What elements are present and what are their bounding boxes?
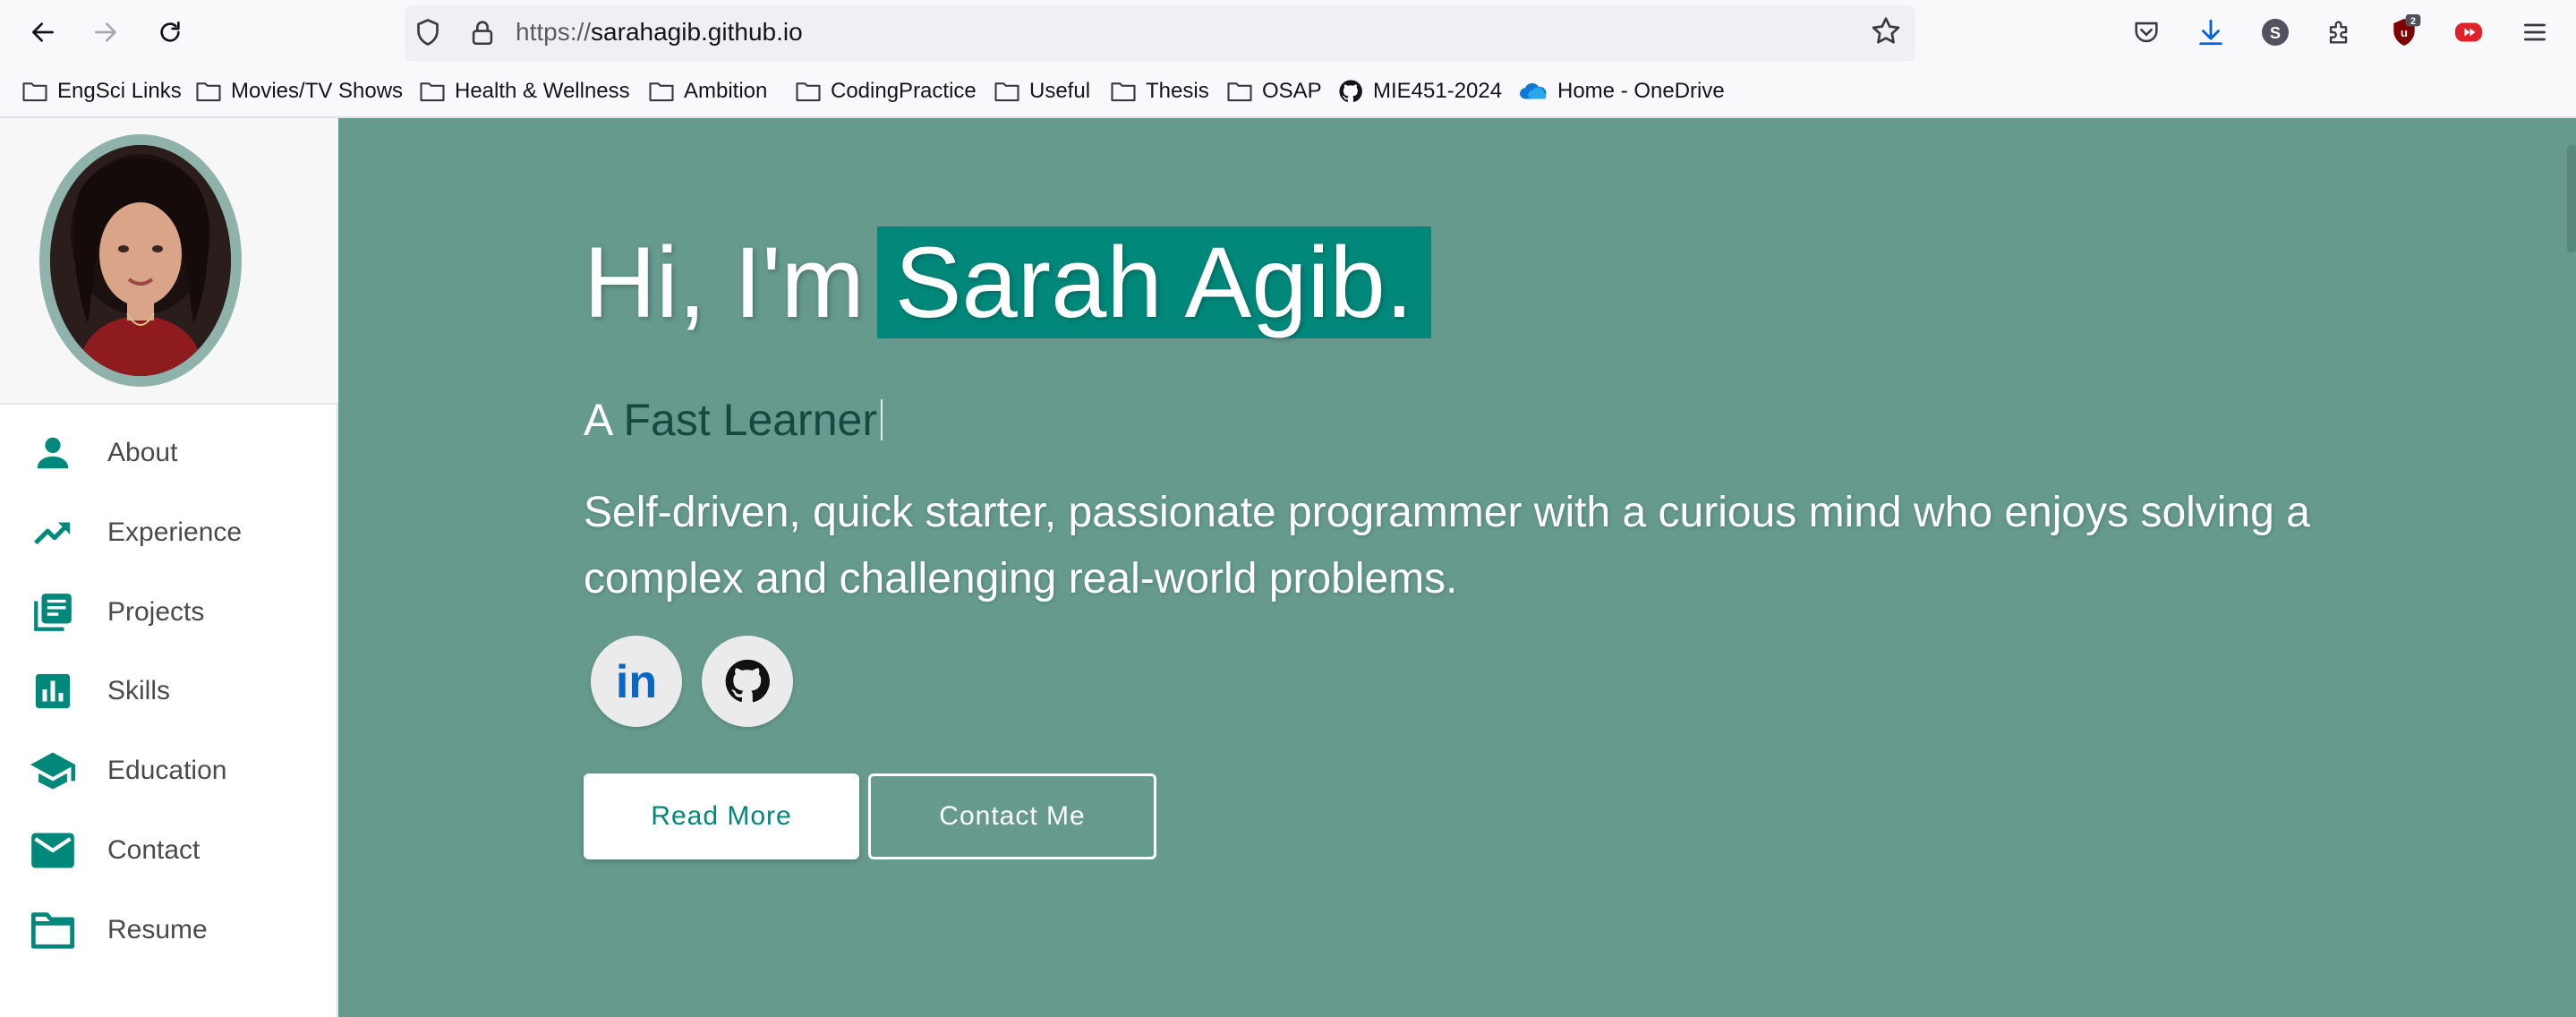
- linkedin-icon: in: [616, 657, 657, 705]
- sidebar-item-projects[interactable]: Projects: [0, 577, 338, 648]
- bookmark-label: Movies/TV Shows: [231, 79, 404, 103]
- linkedin-label: in: [616, 657, 657, 705]
- folder-icon: [796, 82, 821, 102]
- github-icon: [725, 659, 770, 703]
- library-books-icon: [27, 586, 79, 638]
- extension-badge-count: 2: [2410, 16, 2416, 27]
- github-button[interactable]: [702, 636, 793, 727]
- url-domain: sarahagib.github.io: [591, 18, 803, 46]
- avatar: [39, 134, 242, 387]
- contact-me-button[interactable]: Contact Me: [868, 773, 1156, 859]
- sidebar-item-contact[interactable]: Contact: [0, 815, 338, 886]
- bookmark-label: Useful: [1029, 79, 1091, 103]
- bookmark-codingpractice[interactable]: CodingPractice: [795, 73, 977, 109]
- profile-s-icon[interactable]: S: [2256, 13, 2295, 52]
- sidebar-item-resume[interactable]: Resume: [0, 894, 338, 966]
- youtube-extension-icon[interactable]: [2449, 13, 2488, 52]
- folder-icon: [649, 82, 674, 102]
- bookmark-mie451-2024[interactable]: MIE451-2024: [1337, 73, 1502, 109]
- extensions-puzzle-icon[interactable]: [2320, 13, 2359, 52]
- bookmark-home-onedrive[interactable]: Home - OneDrive: [1518, 73, 1725, 109]
- sidebar-item-label: Skills: [107, 676, 171, 705]
- bookmark-useful[interactable]: Useful: [994, 73, 1090, 109]
- github-icon: [1339, 80, 1362, 103]
- browser-toolbar: https://sarahagib.github.io S u2: [0, 0, 2576, 64]
- bookmark-label: MIE451-2024: [1373, 79, 1503, 103]
- hero-tagline: A Fast Learner: [584, 394, 883, 446]
- sidebar-item-label: Resume: [107, 915, 208, 944]
- sidebar-item-skills[interactable]: Skills: [0, 655, 338, 727]
- hero-greeting: Hi, I'm: [584, 226, 865, 338]
- url-text[interactable]: https://sarahagib.github.io: [516, 16, 803, 48]
- ublock-icon[interactable]: u2: [2384, 13, 2424, 52]
- school-icon: [27, 745, 79, 797]
- bookmark-engsci-links[interactable]: EngSci Links: [21, 73, 182, 109]
- sidebar-item-experience[interactable]: Experience: [0, 497, 338, 568]
- sidebar-item-label: Experience: [107, 517, 243, 547]
- bookmark-label: EngSci Links: [57, 79, 182, 103]
- folder-icon: [1227, 82, 1252, 102]
- sidebar-nav: About Experience Projects Skills Educati…: [0, 118, 338, 1017]
- forward-button[interactable]: [86, 13, 125, 52]
- folder-icon: [27, 904, 79, 956]
- bookmark-ambition[interactable]: Ambition: [648, 73, 767, 109]
- bookmark-thesis[interactable]: Thesis: [1110, 73, 1209, 109]
- bookmark-label: Thesis: [1146, 79, 1209, 103]
- bookmark-label: CodingPractice: [831, 79, 977, 103]
- bookmark-osap[interactable]: OSAP: [1226, 73, 1322, 109]
- folder-icon: [420, 82, 445, 102]
- bookmark-label: Home - OneDrive: [1557, 79, 1725, 103]
- bookmark-label: OSAP: [1262, 79, 1322, 103]
- menu-icon[interactable]: [2515, 13, 2555, 52]
- hero-bio: Self-driven, quick starter, passionate p…: [584, 489, 2310, 603]
- downloads-icon[interactable]: [2191, 13, 2231, 52]
- arrow-left-icon: [32, 22, 54, 42]
- hero-section: Hi, I'm Sarah Agib. A Fast Learner Self-d…: [338, 118, 2576, 1017]
- scrollbar-thumb[interactable]: [2567, 145, 2576, 252]
- linkedin-button[interactable]: in: [591, 636, 682, 727]
- trending-up-icon: [27, 507, 79, 559]
- folder-icon: [22, 82, 47, 102]
- back-button[interactable]: [23, 13, 63, 52]
- bookmark-star-icon[interactable]: [1869, 14, 1903, 48]
- hero-name: Sarah Agib.: [876, 226, 1431, 338]
- reload-button[interactable]: [150, 13, 190, 52]
- hero-heading: Hi, I'm Sarah Agib.: [584, 224, 1431, 342]
- sidebar-item-label: Projects: [107, 597, 205, 627]
- svg-text:u: u: [2401, 26, 2408, 39]
- onedrive-icon: [1520, 83, 1547, 99]
- bar-chart-icon: [27, 665, 79, 717]
- folder-icon: [1111, 82, 1136, 102]
- avatar-panel: [0, 118, 338, 405]
- bookmark-health-wellness[interactable]: Health & Wellness: [419, 73, 630, 109]
- read-more-button[interactable]: Read More: [584, 773, 859, 859]
- sidebar-item-label: Education: [107, 756, 227, 785]
- svg-text:S: S: [2270, 24, 2281, 42]
- reload-icon: [160, 21, 180, 42]
- folder-icon: [994, 82, 1019, 102]
- folder-icon: [196, 82, 221, 102]
- typing-cursor: [880, 399, 883, 440]
- pocket-icon[interactable]: [2127, 13, 2166, 52]
- person-icon: [27, 427, 79, 479]
- bookmark-movies-tv-shows[interactable]: Movies/TV Shows: [195, 73, 403, 109]
- url-protocol: https://: [516, 18, 592, 46]
- tracking-protection-icon[interactable]: [412, 16, 444, 48]
- tagline-prefix: A: [584, 395, 611, 445]
- sidebar-item-label: About: [107, 438, 178, 467]
- mail-icon: [27, 825, 79, 876]
- arrow-right-icon: [95, 22, 116, 42]
- bookmark-label: Ambition: [684, 79, 768, 103]
- bookmarks-bar: EngSci Links Movies/TV Shows Health & We…: [0, 64, 2576, 118]
- lock-icon[interactable]: [467, 16, 498, 48]
- tagline-typed-text: Fast Learner: [623, 395, 877, 445]
- sidebar-item-education[interactable]: Education: [0, 735, 338, 807]
- sidebar-item-label: Contact: [107, 835, 200, 865]
- sidebar-item-about[interactable]: About: [0, 417, 338, 489]
- bookmark-label: Health & Wellness: [455, 79, 630, 103]
